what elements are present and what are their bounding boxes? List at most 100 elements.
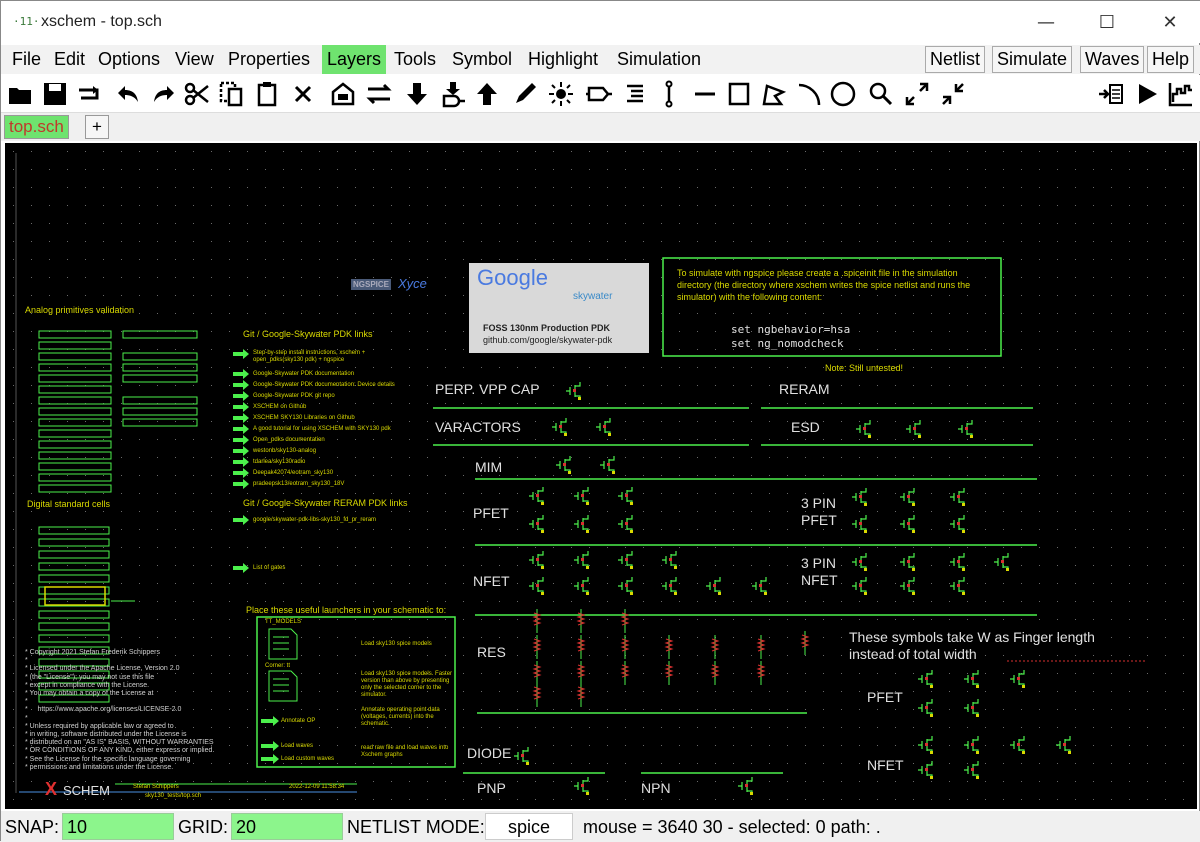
launcher-load-waves[interactable]: Load waves <box>281 743 313 749</box>
git-link-0[interactable]: Step-by-step install instructions, xsche… <box>253 350 403 364</box>
open-button[interactable] <box>5 79 37 109</box>
menu-options[interactable]: Options <box>93 45 165 74</box>
zoom-out-button[interactable] <box>937 79 969 109</box>
cut-icon <box>184 82 209 106</box>
launcher-load-custom-waves[interactable]: Load custom waves <box>281 756 334 762</box>
copy-button[interactable] <box>215 79 247 109</box>
launcher-corner[interactable]: Corner: tt <box>265 663 290 669</box>
pin-icon <box>586 86 612 102</box>
pdk-title: FOSS 130nm Production PDK <box>483 323 611 333</box>
git-link-1[interactable]: Google-Skywater PDK documentation <box>253 371 354 377</box>
label-mim: MIM <box>475 459 503 475</box>
menu-tools[interactable]: Tools <box>389 45 441 74</box>
delete-icon <box>294 85 312 103</box>
reload-button[interactable] <box>73 79 105 109</box>
pencil-button[interactable] <box>509 79 541 109</box>
menu-view[interactable]: View <box>170 45 219 74</box>
google-logo: Google <box>477 265 548 290</box>
git-link-6[interactable]: A good tutorial for using XSCHEM with SK… <box>253 426 391 432</box>
xyce-logo: Xyce <box>398 276 427 291</box>
paste-icon <box>257 82 277 107</box>
rect-button[interactable] <box>723 79 755 109</box>
zoom-button[interactable] <box>865 79 897 109</box>
waves-tool-button[interactable] <box>1165 79 1197 109</box>
git-link-8[interactable]: westonb/sky130-analog <box>253 448 316 454</box>
simulate-button[interactable]: Simulate <box>992 46 1073 73</box>
place-symbol-button[interactable] <box>327 79 359 109</box>
save-button[interactable] <box>39 79 71 109</box>
snap-field[interactable]: 10 <box>62 813 174 840</box>
menu-simulation[interactable]: Simulation <box>612 45 706 74</box>
status-bar: SNAP: 10 GRID: 20 NETLIST MODE: spice mo… <box>1 811 1200 842</box>
netlist-mode-field[interactable]: spice <box>485 813 573 840</box>
add-tab-button[interactable]: + <box>85 115 109 139</box>
undo-button[interactable] <box>113 79 145 109</box>
arc-icon <box>798 83 821 106</box>
close-button[interactable]: ✕ <box>1147 1 1193 43</box>
polygon-button[interactable] <box>757 79 789 109</box>
help-button[interactable]: Help <box>1147 46 1195 73</box>
netlist-button[interactable]: Netlist <box>925 46 986 73</box>
gates-link[interactable]: List of gates <box>253 565 285 571</box>
license-text: * Copyright 2021 Stefan Frederik Schippe… <box>25 649 215 771</box>
minimize-icon: — <box>1037 11 1055 33</box>
git-link-7[interactable]: Open_pdks documentation <box>253 437 325 443</box>
netlist-tool-button[interactable] <box>1095 79 1127 109</box>
waves-button[interactable]: Waves <box>1080 46 1145 73</box>
push-down-button[interactable] <box>401 79 433 109</box>
pin-button[interactable] <box>583 79 615 109</box>
git-link-11[interactable]: pradeepsk13/eotram_sky130_18V <box>253 481 344 487</box>
title-author: Stefan Schippers <box>133 784 179 790</box>
git-link-4[interactable]: XSCHEM on Github <box>253 404 306 410</box>
redo-button[interactable] <box>147 79 179 109</box>
menu-properties[interactable]: Properties <box>223 45 315 74</box>
paste-button[interactable] <box>251 79 283 109</box>
label-pnp: PNP <box>477 780 506 796</box>
label-nfet: NFET <box>473 573 510 589</box>
wire-swap-button[interactable] <box>363 79 395 109</box>
grid-field[interactable]: 20 <box>231 813 343 840</box>
toolbar <box>1 75 1200 113</box>
git-link-3[interactable]: Google-Skywater PDK git repo <box>253 393 335 399</box>
highlight-button[interactable] <box>545 79 577 109</box>
title-file: sky130_tests/top.sch <box>145 793 202 799</box>
git-link-10[interactable]: Deepak42074/eotram_sky130 <box>253 470 333 476</box>
schematic-canvas[interactable]: Analog primitives validation Digital sta… <box>5 143 1197 809</box>
git-link-2[interactable]: Google-Skywater PDK documentation: Devic… <box>253 382 395 388</box>
menu-symbol[interactable]: Symbol <box>447 45 517 74</box>
zoom-icon <box>869 82 893 106</box>
simulate-tool-button[interactable] <box>1131 79 1163 109</box>
line-button[interactable] <box>689 79 721 109</box>
circle-button[interactable] <box>827 79 859 109</box>
cut-button[interactable] <box>181 79 213 109</box>
launcher-tt-models[interactable]: TT_MODELS <box>265 619 301 625</box>
make-symbol-button[interactable] <box>437 79 469 109</box>
git-link-5[interactable]: XSCHEM SKY130 Libraries on Github <box>253 415 355 421</box>
net-button[interactable] <box>653 79 685 109</box>
netlabel-button[interactable] <box>619 79 651 109</box>
redo-icon <box>154 86 174 102</box>
ngspice-logo: NGSPICE <box>351 279 392 290</box>
undo-icon <box>118 86 138 102</box>
maximize-button[interactable]: ☐ <box>1084 1 1130 43</box>
label-finger-pfet: PFET <box>867 689 903 705</box>
menu-highlight[interactable]: Highlight <box>523 45 603 74</box>
minimize-button[interactable]: — <box>1023 1 1069 43</box>
delete-button[interactable] <box>287 79 319 109</box>
title-date: 2022-12-09 11:58:34 <box>289 784 345 790</box>
tab-top-sch[interactable]: top.sch <box>4 115 69 139</box>
zoom-in-button[interactable] <box>901 79 933 109</box>
arc-button[interactable] <box>793 79 825 109</box>
launcher-desc-2: Annotate operating point data (voltages,… <box>361 707 440 727</box>
menu-file[interactable]: File <box>7 45 46 74</box>
launcher-desc-3: read raw file and load waves into Xschem… <box>361 745 449 758</box>
menu-edit[interactable]: Edit <box>49 45 90 74</box>
grid-label: GRID: <box>178 817 229 837</box>
reram-link-0[interactable]: google/skywater-pdk-libs-sky130_fd_pr_re… <box>253 517 376 523</box>
launcher-annotate-op[interactable]: Annotate OP <box>281 718 315 724</box>
menu-layers[interactable]: Layers <box>322 45 387 74</box>
pop-up-button[interactable] <box>471 79 503 109</box>
git-link-9[interactable]: tdarlea/sky130radio <box>253 459 305 465</box>
netlabel-icon <box>627 84 643 103</box>
maximize-icon: ☐ <box>1098 11 1116 33</box>
